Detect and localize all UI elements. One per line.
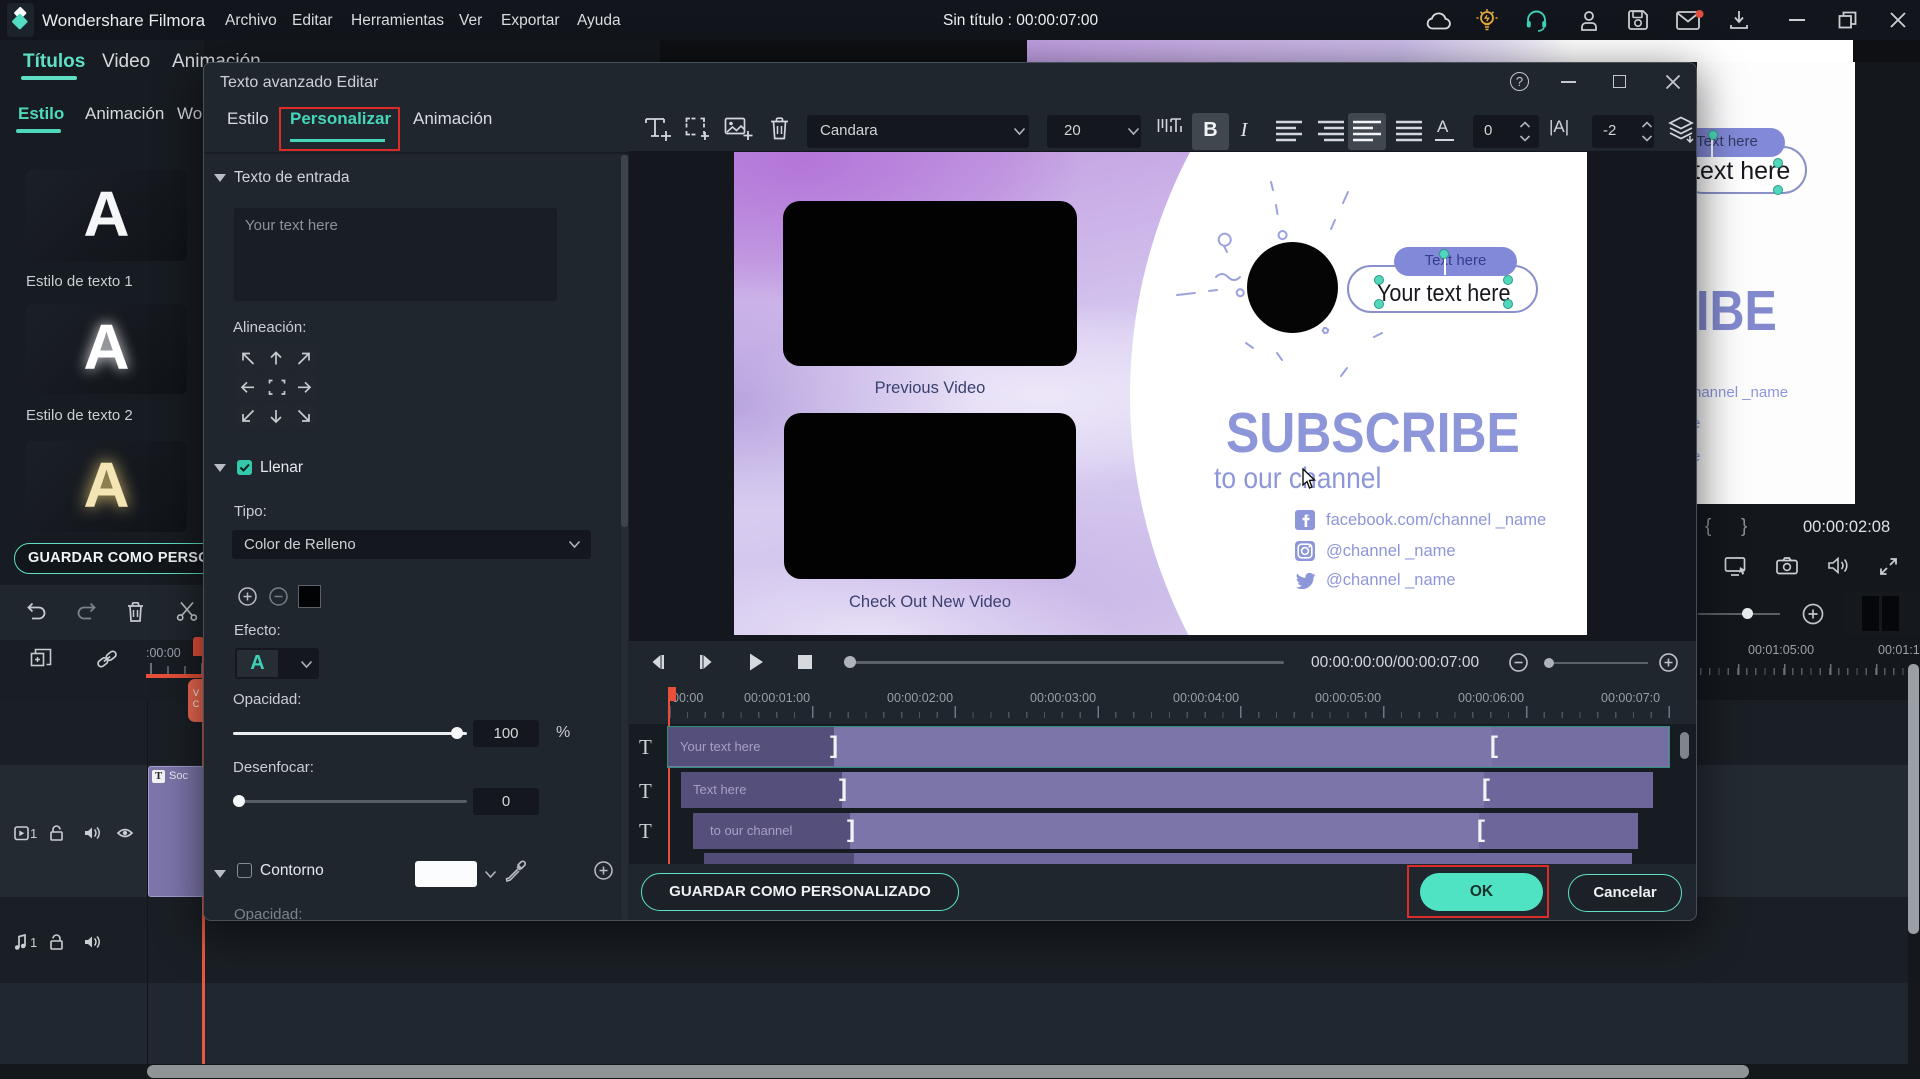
svg-text:1: 1	[30, 935, 37, 950]
svg-text:1: 1	[30, 826, 37, 841]
